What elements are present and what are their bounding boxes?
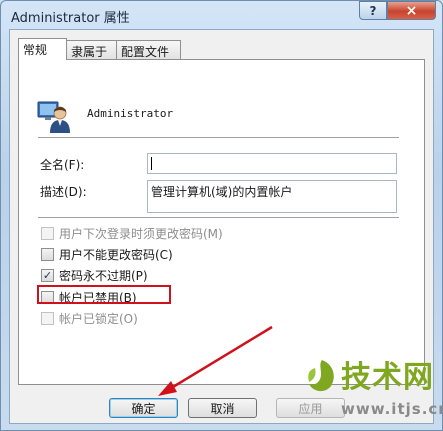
watermark-url: www.itjs.cn — [341, 400, 443, 418]
watermark: 技术网 www.itjs.cn — [305, 350, 443, 426]
watermark-brand: 技术网 — [341, 360, 434, 395]
tab-general[interactable]: 常规 — [18, 38, 67, 60]
watermark-logo-icon — [308, 360, 334, 392]
